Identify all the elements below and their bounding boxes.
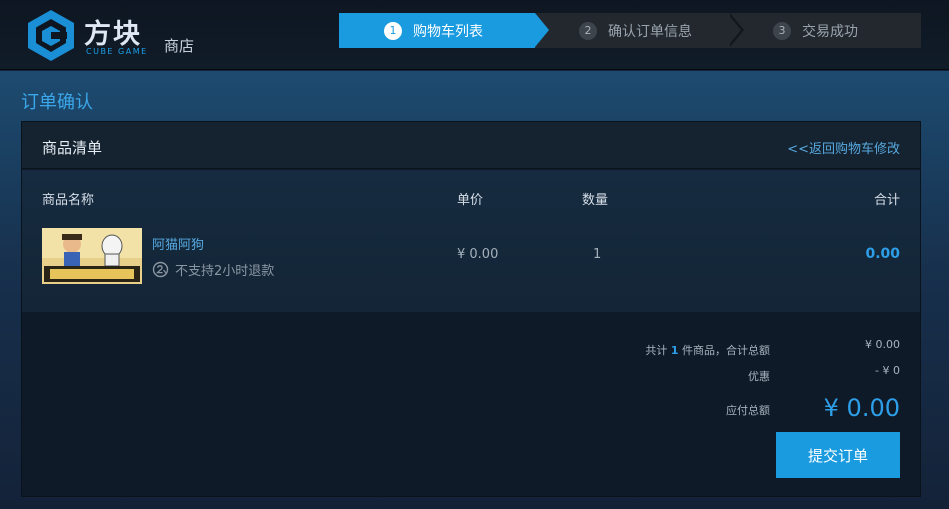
game-thumbnail[interactable] xyxy=(42,228,142,284)
step-number: 2 xyxy=(579,21,597,40)
step-trade-success: 3 交易成功 xyxy=(729,13,921,48)
logo-text-cn: 方块 xyxy=(84,19,142,50)
item-list: 商品名称 单价 数量 合计 阿猫阿狗 不支持2小时退款 ¥ 0.00 1 0.0… xyxy=(22,170,920,312)
panel-header: 商品清单 <<返回购物车修改 xyxy=(22,122,920,169)
column-header-total: 合计 xyxy=(873,193,900,208)
game-name-link[interactable]: 阿猫阿狗 xyxy=(152,234,204,253)
cube-game-logo[interactable]: 方块 CUBE GAME xyxy=(24,8,154,62)
item-price: ¥ 0.00 xyxy=(457,247,499,262)
discount-value: - ¥ 0 xyxy=(875,364,900,377)
no-refund-2h-icon xyxy=(152,261,169,278)
order-summary: 共计 1 件商品，合计总额 ¥ 0.00 优惠 - ¥ 0 应付总额 ¥ 0.0… xyxy=(22,312,920,496)
column-header-name: 商品名称 xyxy=(42,193,95,208)
item-count: 1 xyxy=(670,344,679,357)
discount-label: 优惠 xyxy=(748,370,770,383)
cube-logo-icon xyxy=(28,10,74,61)
step-confirm-order: 2 确认订单信息 xyxy=(535,13,729,48)
checkout-steps: 1 购物车列表 2 确认订单信息 3 交易成功 xyxy=(339,13,921,48)
step-number: 3 xyxy=(773,21,791,40)
step-label: 确认订单信息 xyxy=(608,23,692,40)
back-to-cart-link[interactable]: <<返回购物车修改 xyxy=(787,138,900,157)
column-header-qty: 数量 xyxy=(582,193,609,208)
submit-order-button[interactable]: 提交订单 xyxy=(776,432,900,478)
amount-due-label: 应付总额 xyxy=(726,404,770,417)
top-header: 方块 CUBE GAME 商店 1 购物车列表 2 确认订单信息 3 交易成功 xyxy=(0,0,949,70)
item-count-label: 共计 1 件商品，合计总额 xyxy=(645,342,770,358)
subtotal-value: ¥ 0.00 xyxy=(865,338,900,351)
step-number: 1 xyxy=(384,21,402,40)
column-header-price: 单价 xyxy=(457,193,484,208)
panel-title: 商品清单 xyxy=(42,139,103,157)
amount-due-value: ¥ 0.00 xyxy=(823,394,900,422)
store-label[interactable]: 商店 xyxy=(164,35,194,56)
order-panel: 商品清单 <<返回购物车修改 商品名称 单价 数量 合计 阿猫阿狗 不支持2小时… xyxy=(21,121,921,497)
count-prefix: 共计 xyxy=(645,344,671,357)
item-total: 0.00 xyxy=(865,246,900,262)
item-quantity: 1 xyxy=(593,247,602,262)
count-suffix: 件商品，合计总额 xyxy=(678,344,770,357)
refund-note-text: 不支持2小时退款 xyxy=(175,264,275,279)
logo-text-en: CUBE GAME xyxy=(86,47,148,56)
step-label: 交易成功 xyxy=(802,23,858,40)
step-label: 购物车列表 xyxy=(413,23,483,40)
page-title: 订单确认 xyxy=(21,92,93,113)
refund-note: 不支持2小时退款 xyxy=(152,260,274,279)
step-cart-list: 1 购物车列表 xyxy=(339,13,535,48)
